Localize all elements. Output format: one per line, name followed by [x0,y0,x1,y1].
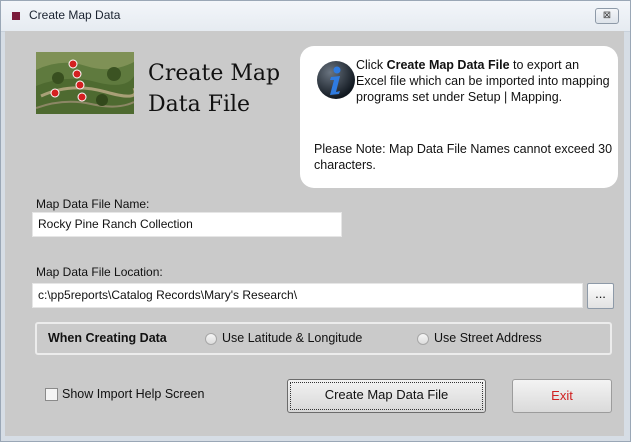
create-map-data-file-button[interactable]: Create Map Data File [287,379,486,413]
show-help-checkbox[interactable] [45,388,58,401]
info-note: Please Note: Map Data File Names cannot … [314,142,613,172]
radio-lat-long-label[interactable]: Use Latitude & Longitude [222,331,362,345]
file-name-input[interactable]: Rocky Pine Ranch Collection [32,212,342,237]
map-photo-logo [36,52,134,114]
title-bar[interactable]: Create Map Data ⊠ [1,1,630,32]
browse-button[interactable]: ... [587,283,614,309]
file-location-input[interactable]: c:\pp5reports\Catalog Records\Mary's Res… [32,283,583,308]
file-name-label: Map Data File Name: [36,197,150,211]
info-panel: Click Create Map Data File to export an … [300,46,618,188]
radio-street-address-label[interactable]: Use Street Address [434,331,542,345]
info-text-emphasis: Create Map Data File [386,58,510,72]
app-icon [12,12,20,20]
window-title: Create Map Data [29,8,121,22]
close-button[interactable]: ⊠ [595,8,619,24]
page-title: Create Map Data File [148,61,281,117]
info-icon [317,61,355,99]
info-text: Click Create Map Data File to export an … [356,58,610,104]
creation-options-label: When Creating Data [48,331,167,345]
file-location-label: Map Data File Location: [36,265,163,279]
radio-street-address[interactable] [417,333,429,345]
radio-lat-long[interactable] [205,333,217,345]
show-help-label[interactable]: Show Import Help Screen [62,387,204,401]
exit-button[interactable]: Exit [512,379,612,413]
